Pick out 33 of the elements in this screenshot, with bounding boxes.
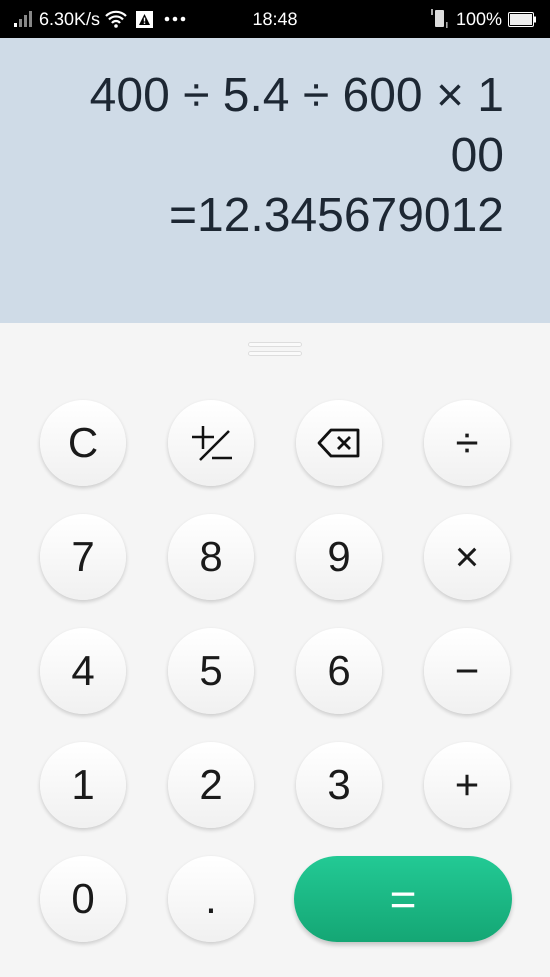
plus-minus-icon <box>190 425 232 461</box>
vibrate-icon <box>430 9 450 29</box>
key-button[interactable]: 8 <box>168 514 254 600</box>
key-button[interactable]: − <box>424 628 510 714</box>
wifi-icon <box>105 10 128 28</box>
backspace-icon <box>317 428 361 458</box>
key-button[interactable]: 2 <box>168 742 254 828</box>
battery-percent: 100% <box>456 8 502 30</box>
key-button[interactable]: 4 <box>40 628 126 714</box>
expression-line: 400 ÷ 5.4 ÷ 600 × 1 <box>90 68 504 124</box>
battery-icon <box>508 12 536 26</box>
key-button[interactable]: 7 <box>40 514 126 600</box>
key-button[interactable]: C <box>40 400 126 486</box>
result-text: =12.345679012 <box>168 188 504 244</box>
warning-icon <box>136 10 154 28</box>
plus-minus-button[interactable] <box>168 400 254 486</box>
clock-time: 18:48 <box>251 8 299 30</box>
key-button[interactable]: 6 <box>296 628 382 714</box>
key-button[interactable]: + <box>424 742 510 828</box>
key-button[interactable]: 3 <box>296 742 382 828</box>
key-button[interactable]: ÷ <box>424 400 510 486</box>
key-button[interactable]: 9 <box>296 514 382 600</box>
key-button[interactable]: 1 <box>40 742 126 828</box>
key-button[interactable]: 0 <box>40 856 126 942</box>
expression-line: 00 <box>450 128 504 184</box>
network-speed: 6.30K/s <box>39 8 100 30</box>
key-button[interactable]: × <box>424 514 510 600</box>
signal-icon <box>14 11 34 27</box>
more-icon <box>164 16 186 22</box>
key-button[interactable]: 5 <box>168 628 254 714</box>
backspace-button[interactable] <box>296 400 382 486</box>
drag-handle-icon <box>248 342 302 356</box>
key-button[interactable]: . <box>168 856 254 942</box>
